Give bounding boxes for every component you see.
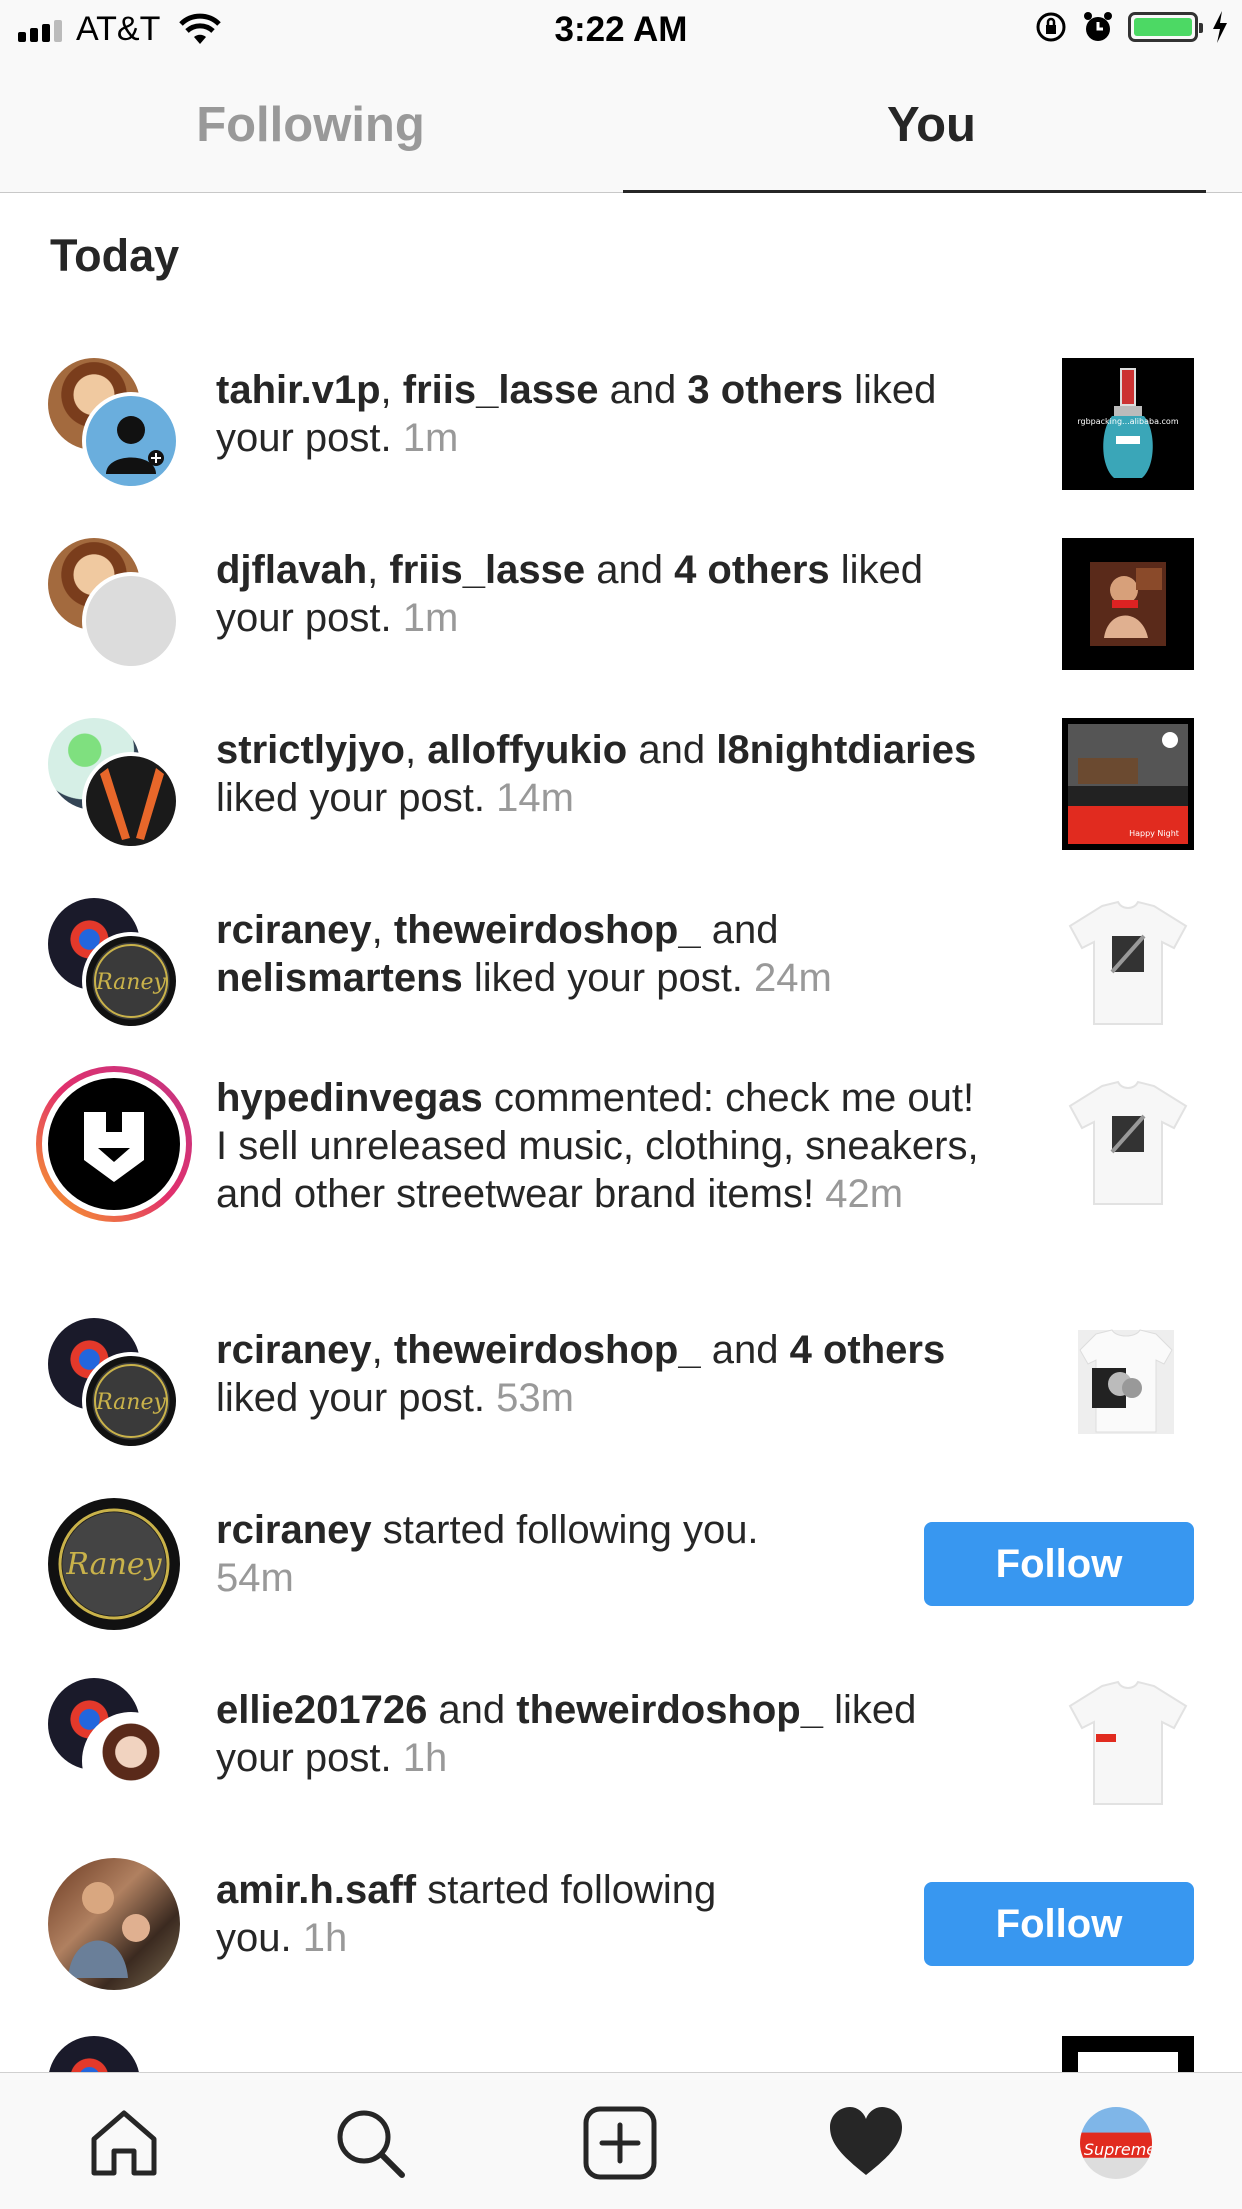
avatar bbox=[82, 752, 180, 850]
post-thumbnail[interactable]: rgbpacking...alibaba.com bbox=[1062, 358, 1194, 490]
bottom-tab-bar: Supreme bbox=[0, 2072, 1242, 2209]
activity-tabs: Following You bbox=[0, 62, 1242, 193]
notification-text: tahir.v1p, friis_lasse and 3 others like… bbox=[216, 368, 937, 460]
avatar[interactable]: Raney bbox=[48, 1498, 180, 1630]
follow-button[interactable]: Follow bbox=[924, 1522, 1194, 1606]
follow-button[interactable]: Follow bbox=[924, 1882, 1194, 1966]
stacked-avatars[interactable]: Raney bbox=[48, 1318, 180, 1450]
avatar[interactable] bbox=[48, 1858, 180, 1990]
post-thumbnail[interactable] bbox=[1062, 1678, 1194, 1810]
svg-text:Supreme: Supreme bbox=[1084, 2140, 1152, 2159]
stacked-avatars[interactable] bbox=[48, 1678, 180, 1810]
notification-text: rciraney, theweirdoshop_ and 4 others li… bbox=[216, 1328, 946, 1420]
avatar-placeholder-icon bbox=[82, 392, 180, 490]
post-thumbnail[interactable] bbox=[1062, 898, 1194, 1030]
stacked-avatars[interactable] bbox=[48, 538, 180, 670]
notification-text: djflavah, friis_lasse and 4 others liked… bbox=[216, 548, 924, 640]
stacked-avatars[interactable] bbox=[48, 358, 180, 490]
add-post-icon[interactable] bbox=[580, 2103, 660, 2183]
svg-text:rgbpacking...alibaba.com: rgbpacking...alibaba.com bbox=[1077, 417, 1178, 426]
stacked-avatars[interactable] bbox=[48, 718, 180, 850]
avatar: Raney bbox=[82, 1352, 180, 1450]
post-thumbnail[interactable] bbox=[1062, 538, 1194, 670]
notification-text: hypedinvegas commented: check me out! I … bbox=[216, 1076, 979, 1216]
notification-text: ellie201726 and theweirdoshop_ liked you… bbox=[216, 1688, 917, 1780]
tab-following[interactable]: Following bbox=[0, 62, 621, 192]
battery-icon bbox=[1128, 12, 1203, 42]
svg-text:Raney: Raney bbox=[95, 970, 166, 995]
tab-you[interactable]: You bbox=[621, 62, 1242, 193]
search-icon[interactable] bbox=[330, 2103, 410, 2183]
svg-text:Raney: Raney bbox=[65, 1547, 162, 1582]
profile-avatar[interactable]: Supreme bbox=[1080, 2107, 1152, 2179]
svg-text:Raney: Raney bbox=[95, 1390, 166, 1415]
charging-bolt-icon bbox=[1213, 11, 1227, 43]
notification-text: rciraney started following you. 54m bbox=[216, 1508, 759, 1600]
section-title-today: Today bbox=[50, 230, 180, 281]
svg-text:Happy Night: Happy Night bbox=[1129, 829, 1179, 838]
stacked-avatars[interactable]: Raney bbox=[48, 898, 180, 1030]
avatar: Raney bbox=[82, 932, 180, 1030]
story-ring-avatar[interactable] bbox=[36, 1066, 192, 1222]
post-thumbnail[interactable] bbox=[1062, 1078, 1194, 1210]
orientation-lock-icon bbox=[1036, 12, 1066, 42]
notification-text: amir.h.saff started following you. 1h bbox=[216, 1868, 717, 1960]
home-icon[interactable] bbox=[84, 2103, 164, 2183]
avatar bbox=[82, 572, 180, 670]
post-thumbnail[interactable] bbox=[1076, 1328, 1176, 1436]
status-bar: AT&T 3:22 AM bbox=[0, 0, 1242, 62]
post-thumbnail[interactable]: Happy Night bbox=[1062, 718, 1194, 850]
alarm-icon bbox=[1084, 12, 1112, 41]
notification-text: rciraney, theweirdoshop_ and nelismarten… bbox=[216, 908, 832, 1000]
heart-icon[interactable] bbox=[826, 2103, 906, 2183]
notification-text: strictlyjyo, alloffyukio and l8nightdiar… bbox=[216, 728, 977, 820]
avatar bbox=[82, 1712, 180, 1810]
